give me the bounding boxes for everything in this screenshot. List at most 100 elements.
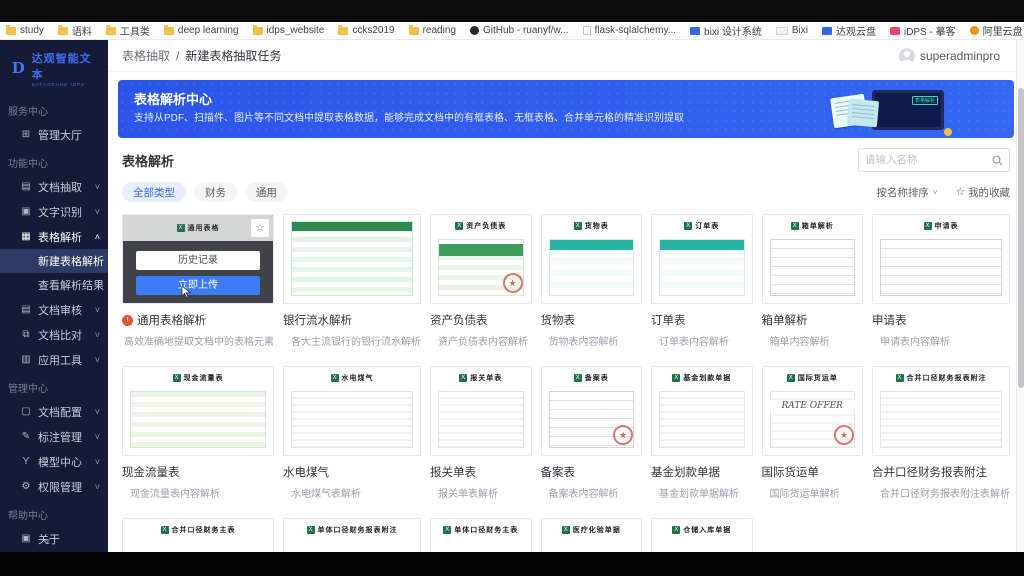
template-card[interactable]: X货物表货物表货物表内容解析 xyxy=(541,214,643,348)
sidebar-item-文档比对[interactable]: ⧉文档比对˅ xyxy=(0,322,108,347)
sort-dropdown[interactable]: 按名称排序 ˅ xyxy=(876,185,937,200)
template-card[interactable]: X箱单解析箱单解析箱单内容解析 xyxy=(762,214,864,348)
upload-button[interactable]: 立即上传 xyxy=(136,276,260,295)
template-card[interactable]: X合并口径财务报表附注合并口径财务报表附注合并口径财务报表附注表解析 xyxy=(872,366,1010,500)
thumbnail-title: 货物表 xyxy=(585,221,609,231)
card-thumbnail[interactable]: X医疗化验单据 xyxy=(541,518,643,552)
toolbar-row: 表格解析 xyxy=(118,148,1014,172)
favorite-star-button[interactable]: ☆ xyxy=(251,219,269,237)
sidebar-item-label: 文档抽取 xyxy=(38,179,82,195)
bookmark-item[interactable]: deep learning xyxy=(164,25,239,36)
template-card[interactable]: X基金划款单据基金划款单据基金划款单据解析 xyxy=(651,366,753,500)
card-thumbnail[interactable]: X水电煤气 xyxy=(283,366,421,456)
template-card[interactable]: X医疗化验单据 xyxy=(541,518,643,552)
filter-pill-通用[interactable]: 通用 xyxy=(245,182,288,202)
template-card[interactable]: X水电煤气水电煤气水电煤气表解析 xyxy=(283,366,421,500)
template-card[interactable]: X仓储入库单据 xyxy=(651,518,753,552)
history-button[interactable]: 历史记录 xyxy=(136,251,260,270)
bookmark-item[interactable]: bixi 设计系统 xyxy=(690,23,762,38)
scrollbar-thumb[interactable] xyxy=(1018,88,1024,388)
sidebar-item-label: 权限管理 xyxy=(38,479,82,495)
template-card[interactable]: X现金流量表现金流量表现金流量表内容解析 xyxy=(122,366,274,500)
card-thumbnail[interactable]: X单体口径财务报表附注 xyxy=(283,518,421,552)
sidebar-item-文档审核[interactable]: ▤文档审核˅ xyxy=(0,297,108,322)
sidebar-item-表格解析[interactable]: ▦表格解析˄ xyxy=(0,224,108,249)
bookmark-item[interactable]: 阿里云盘 xyxy=(970,23,1023,38)
sidebar-collapse-icon[interactable]: « xyxy=(44,536,50,548)
template-card[interactable]: X申请表申请表申请表内容解析 xyxy=(872,214,1010,348)
sidebar-item-文档抽取[interactable]: ▤文档抽取˅ xyxy=(0,174,108,199)
template-card[interactable]: X资产负债表★资产负债表资产负债表内容解析 xyxy=(430,214,532,348)
card-thumbnail[interactable]: X箱单解析 xyxy=(762,214,864,304)
card-thumbnail[interactable]: X货物表 xyxy=(541,214,643,304)
card-thumbnail[interactable]: X合并口径财务主表 xyxy=(122,518,274,552)
card-thumbnail[interactable] xyxy=(283,214,421,304)
sidebar-item-文字识别[interactable]: ▣文字识别˅ xyxy=(0,199,108,224)
card-thumbnail[interactable]: X仓储入库单据 xyxy=(651,518,753,552)
bookmark-item[interactable]: ccks2019 xyxy=(338,25,394,36)
sidebar-item-关于[interactable]: ▣关于 xyxy=(0,526,108,551)
filter-pill-全部类型[interactable]: 全部类型 xyxy=(122,182,186,202)
sidebar-subitem-新建表格解析[interactable]: 新建表格解析 xyxy=(0,249,108,273)
filter-pill-财务[interactable]: 财务 xyxy=(194,182,237,202)
card-thumbnail[interactable]: X合并口径财务报表附注 xyxy=(872,366,1010,456)
template-card[interactable]: 银行流水解析各大主流银行的银行流水解析 xyxy=(283,214,421,348)
bookmark-item[interactable]: idps_website xyxy=(253,25,325,36)
bookmark-item[interactable]: flask-sqlalchemy... xyxy=(583,25,677,36)
bookmark-item[interactable]: GitHub - ruanyf/w... xyxy=(470,25,569,36)
bookmark-item[interactable]: reading xyxy=(409,25,456,36)
card-thumbnail[interactable]: X备案表★ xyxy=(541,366,643,456)
bottom-black-bar xyxy=(0,552,1024,576)
bookmark-item[interactable]: iDPS - 摹客 xyxy=(890,23,956,38)
template-card[interactable]: X单体口径财务主表 xyxy=(430,518,532,552)
sidebar-item-应用工具[interactable]: ▥应用工具˅ xyxy=(0,347,108,372)
card-thumbnail[interactable]: X单体口径财务主表 xyxy=(430,518,532,552)
sidebar: D 达观智能文本 DATAGRAND IDPS 服务中心⊞管理大厅功能中心▤文档… xyxy=(0,40,108,552)
sidebar-item-权限管理[interactable]: ⚙权限管理˅ xyxy=(0,474,108,499)
template-card[interactable]: X备案表★备案表备案表内容解析 xyxy=(541,366,643,500)
sidebar-subitem-查看解析结果[interactable]: 查看解析结果 xyxy=(0,273,108,297)
card-thumbnail[interactable]: X现金流量表 xyxy=(122,366,274,456)
card-thumbnail[interactable]: X基金划款单据 xyxy=(651,366,753,456)
template-card[interactable]: X合并口径财务主表 xyxy=(122,518,274,552)
app-logo[interactable]: D 达观智能文本 DATAGRAND IDPS xyxy=(0,40,108,95)
template-card[interactable]: X单体口径财务报表附注 xyxy=(283,518,421,552)
template-card[interactable]: X订单表订单表订单表内容解析 xyxy=(651,214,753,348)
sidebar-section-label: 服务中心 xyxy=(0,95,108,122)
search-input[interactable] xyxy=(865,154,988,166)
card-thumbnail[interactable]: X国际货运单RATE OFFER★ xyxy=(762,366,864,456)
search-icon[interactable] xyxy=(992,155,1003,166)
breadcrumb-root[interactable]: 表格抽取 xyxy=(122,47,170,64)
illustration-sheet xyxy=(847,99,879,128)
search-box[interactable] xyxy=(858,148,1010,172)
card-thumbnail[interactable]: X报关单表 xyxy=(430,366,532,456)
my-favorites-button[interactable]: ☆ 我的收藏 xyxy=(956,185,1010,200)
card-thumbnail[interactable]: X资产负债表★ xyxy=(430,214,532,304)
sidebar-item-模型中心[interactable]: Y模型中心˅ xyxy=(0,449,108,474)
template-card[interactable]: X通用表格☆历史记录立即上传!通用表格解析高效准确地提取文档中的表格元素 xyxy=(122,214,274,348)
thumbnail-title: 合并口径财务报表附注 xyxy=(907,373,987,383)
bookmark-item[interactable]: 工具类 xyxy=(106,23,150,38)
card-thumbnail[interactable]: X订单表 xyxy=(651,214,753,304)
sidebar-item-标注管理[interactable]: ✎标注管理˅ xyxy=(0,424,108,449)
section-title: 表格解析 xyxy=(122,151,174,170)
chevron-down-icon: ˅ xyxy=(95,482,100,492)
template-card[interactable]: X国际货运单RATE OFFER★国际货运单国际货运单解析 xyxy=(762,366,864,500)
bookmark-item[interactable]: Bixi xyxy=(776,25,808,36)
card-thumbnail[interactable]: X申请表 xyxy=(872,214,1010,304)
bookmark-item[interactable]: study xyxy=(6,25,44,36)
vertical-scrollbar[interactable] xyxy=(1016,40,1024,552)
excel-icon: X xyxy=(924,222,932,230)
template-card[interactable]: X报关单表报关单表报关单表解析 xyxy=(430,366,532,500)
card-title: 资产负债表 xyxy=(430,312,488,328)
sidebar-item-文档配置[interactable]: ▢文档配置˅ xyxy=(0,399,108,424)
user-menu[interactable]: superadminpro xyxy=(899,48,1000,64)
thumbnail-title: 水电煤气 xyxy=(342,373,374,383)
thumbnail-title-row: X货物表 xyxy=(547,221,637,231)
sidebar-item-管理大厅[interactable]: ⊞管理大厅 xyxy=(0,122,108,147)
card-description: 合并口径财务报表附注表解析 xyxy=(872,485,1010,500)
thumbnail-table-graphic xyxy=(659,391,745,448)
bookmark-item[interactable]: 达观云盘 xyxy=(822,23,876,38)
bookmark-item[interactable]: 语料 xyxy=(58,23,92,38)
card-thumbnail[interactable]: X通用表格☆历史记录立即上传 xyxy=(122,214,274,304)
